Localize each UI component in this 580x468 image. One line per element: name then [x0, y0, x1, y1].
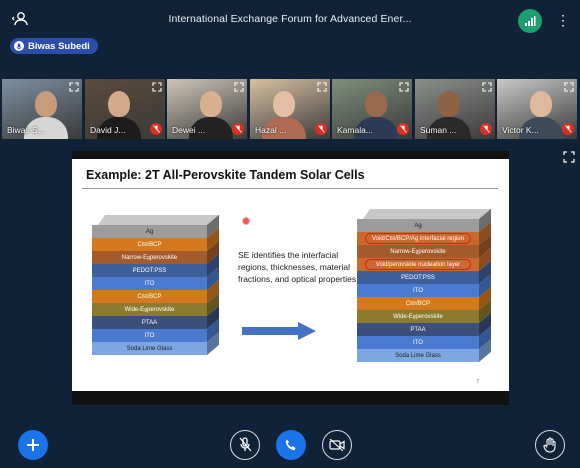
mute-microphone-button[interactable]	[230, 430, 260, 460]
participant-face	[273, 91, 295, 117]
muted-microphone-icon	[232, 123, 244, 135]
leave-audio-button[interactable]	[276, 430, 306, 460]
presenter-name: Biwas Subedi	[28, 40, 90, 52]
right-device-stack: Ag Void/C 60/BCP/Ag interfacial region Narr…	[357, 208, 495, 365]
microphone-off-icon	[239, 437, 252, 452]
connection-status-button[interactable]	[518, 9, 542, 33]
participant-name: Dewei ...	[172, 125, 206, 135]
stack-layer: ITO	[92, 277, 207, 290]
stack-layer: ITO	[357, 284, 479, 297]
stack-layer: C 60/BCP	[357, 297, 479, 310]
participant-tile[interactable]: David J...	[85, 79, 165, 139]
participant-face	[365, 91, 387, 117]
stack-layer: Ag	[92, 225, 207, 238]
video-camera-icon	[329, 439, 345, 451]
signal-bars-icon	[525, 16, 536, 26]
stack-top-face	[363, 209, 493, 219]
phone-icon	[285, 439, 296, 451]
stack-layer: PTAA	[92, 316, 207, 329]
stack-layer: Wide-E g perovskite	[357, 310, 479, 323]
meeting-title: International Exchange Forum for Advance…	[168, 13, 412, 25]
right-arrow-icon	[242, 322, 316, 340]
raise-hand-button[interactable]	[535, 430, 565, 460]
muted-microphone-icon	[480, 123, 492, 135]
participant-name: Kamala...	[337, 125, 373, 135]
expand-icon[interactable]	[399, 82, 409, 92]
participant-tile[interactable]: Suman ...	[415, 79, 495, 139]
expand-icon[interactable]	[317, 82, 327, 92]
microphone-icon	[14, 41, 24, 51]
expand-icon[interactable]	[69, 82, 79, 92]
stack-layer: PEDOT:PSS	[92, 264, 207, 277]
shared-screen: Example: 2T All-Perovskite Tandem Solar …	[72, 151, 509, 405]
bottom-bar	[0, 420, 580, 468]
interfacial-region-highlight	[365, 233, 471, 244]
stack-layer: C 60/BCP	[92, 290, 207, 303]
left-device-stack: Ag C 60/BCP Narrow-E g perovskite PEDOT:PSS IT…	[92, 214, 222, 365]
expand-icon[interactable]	[152, 82, 162, 92]
stack-layer: Narrow-E g perovskite	[92, 251, 207, 264]
participant-tile[interactable]: Biwas S...	[2, 79, 82, 139]
expand-icon[interactable]	[234, 82, 244, 92]
muted-microphone-icon	[315, 123, 327, 135]
participant-face	[200, 91, 222, 117]
top-bar: International Exchange Forum for Advance…	[0, 0, 580, 40]
participant-tile[interactable]: Kamala...	[332, 79, 412, 139]
slide-note: SE identifies the interfacial regions, t…	[238, 250, 357, 284]
participant-tile[interactable]: Dewei ...	[167, 79, 247, 139]
participant-strip: Biwas S... David J... Dewei ... Hazal ... Ka…	[0, 79, 580, 139]
participant-face	[530, 91, 552, 117]
hand-icon	[543, 437, 556, 453]
expand-icon[interactable]	[564, 82, 574, 92]
slide-page-number: 7	[476, 379, 479, 385]
slide-title: Example: 2T All-Perovskite Tandem Solar …	[86, 168, 365, 182]
stack-layer: Soda Lime Glass	[357, 349, 479, 362]
stack-layer: Narrow-E g perovskite	[357, 245, 479, 258]
participant-name: Victor K...	[502, 125, 539, 135]
slide-divider	[82, 188, 498, 189]
stack-layer: C 60/BCP	[92, 238, 207, 251]
stack-layer: PTAA	[357, 323, 479, 336]
stack-layer: Ag	[357, 219, 479, 232]
muted-microphone-icon	[397, 123, 409, 135]
participant-name: Hazal ...	[255, 125, 287, 135]
stack-layer: ITO	[92, 329, 207, 342]
participant-face	[438, 91, 460, 117]
presenter-badge[interactable]: Biwas Subedi	[10, 38, 98, 54]
expand-icon[interactable]	[482, 82, 492, 92]
stack-layer: Soda Lime Glass	[92, 342, 207, 355]
participant-face	[35, 91, 57, 117]
muted-microphone-icon	[562, 123, 574, 135]
actions-button[interactable]	[18, 430, 48, 460]
stack-top-face	[98, 215, 221, 225]
participant-name: Suman ...	[420, 125, 457, 135]
stack-layer: Wide-E g perovskite	[92, 303, 207, 316]
participant-tile[interactable]: Victor K...	[497, 79, 577, 139]
participant-tile[interactable]: Hazal ...	[250, 79, 330, 139]
fullscreen-icon[interactable]	[563, 151, 575, 163]
more-options-icon[interactable]: ⋮	[556, 12, 570, 28]
stack-layer: ITO	[357, 336, 479, 349]
plus-icon	[27, 439, 39, 451]
participant-name: Biwas S...	[7, 125, 45, 135]
stack-layer: PEDOT:PSS	[357, 271, 479, 284]
participant-name: David J...	[90, 125, 126, 135]
participant-face	[108, 91, 130, 117]
laser-pointer	[242, 217, 250, 225]
muted-microphone-icon	[150, 123, 162, 135]
camera-button[interactable]	[322, 430, 352, 460]
interfacial-region-highlight	[365, 259, 471, 270]
